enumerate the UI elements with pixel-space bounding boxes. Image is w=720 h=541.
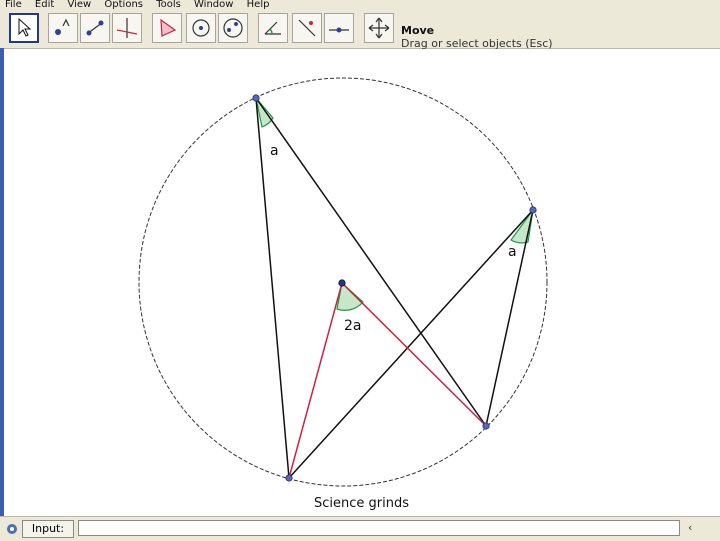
menu-tools[interactable]: Tools xyxy=(151,0,186,10)
perpendicular-tool-button[interactable] xyxy=(112,13,142,43)
line-icon xyxy=(86,20,104,36)
input-label[interactable]: Input: xyxy=(22,520,74,538)
circle-icon xyxy=(192,19,210,37)
reflect-icon xyxy=(298,19,316,37)
angle-label-2a: 2a xyxy=(344,318,362,334)
input-field[interactable] xyxy=(78,520,680,536)
angle-label-a1: a xyxy=(270,143,279,159)
segment-top-to-right-lower[interactable] xyxy=(255,97,487,427)
menu-help[interactable]: Help xyxy=(242,0,275,10)
point-icon xyxy=(55,18,70,35)
segment-right-to-right-lower[interactable] xyxy=(485,209,534,427)
polygon-tool-button[interactable] xyxy=(152,13,182,43)
command-dropdown[interactable]: ‹ xyxy=(688,521,692,534)
angle-icon xyxy=(264,21,281,35)
menu-options[interactable]: Options xyxy=(99,0,148,10)
move-graphics-tool-button[interactable] xyxy=(364,13,394,43)
perpendicular-icon xyxy=(116,18,138,38)
tool-info: Move Drag or select objects (Esc) xyxy=(401,24,553,50)
angle-label-a2: a xyxy=(508,244,517,260)
caption-text: Science grinds xyxy=(314,496,409,511)
toolbar: Move Drag or select objects (Esc) xyxy=(0,10,720,50)
point-top[interactable] xyxy=(252,94,260,102)
menu-window[interactable]: Window xyxy=(189,0,238,10)
point-tool-button[interactable] xyxy=(48,13,78,43)
point-bottom[interactable] xyxy=(285,474,293,482)
menu-file[interactable]: File xyxy=(0,0,27,10)
menu-edit[interactable]: Edit xyxy=(30,0,59,10)
move-arrow-icon xyxy=(18,17,32,37)
geometry-canvas[interactable]: a a 2a xyxy=(4,48,720,516)
conic-icon xyxy=(223,18,243,38)
text-tool-button[interactable] xyxy=(324,13,354,43)
graphics-view[interactable]: a a 2a xyxy=(4,48,720,516)
angle-tool-button[interactable] xyxy=(258,13,288,43)
point-center[interactable] xyxy=(338,279,346,287)
radius-center-to-right-lower[interactable] xyxy=(341,282,487,427)
circle-tool-button[interactable] xyxy=(186,13,216,43)
tool-name: Move xyxy=(401,24,435,37)
menu-view[interactable]: View xyxy=(62,0,96,10)
polygon-icon xyxy=(160,18,177,37)
point-right[interactable] xyxy=(529,206,537,214)
move-graphics-icon xyxy=(368,17,390,39)
slider-text-icon xyxy=(329,27,349,33)
menu-bar: File Edit View Options Tools Window Help xyxy=(0,0,720,10)
input-bar: Input: ‹ xyxy=(0,516,720,541)
line-tool-button[interactable] xyxy=(80,13,110,43)
conic-tool-button[interactable] xyxy=(218,13,248,43)
point-right-lower[interactable] xyxy=(482,422,490,430)
reflect-tool-button[interactable] xyxy=(292,13,322,43)
move-tool-button[interactable] xyxy=(9,13,39,43)
input-help-icon[interactable] xyxy=(6,523,18,535)
